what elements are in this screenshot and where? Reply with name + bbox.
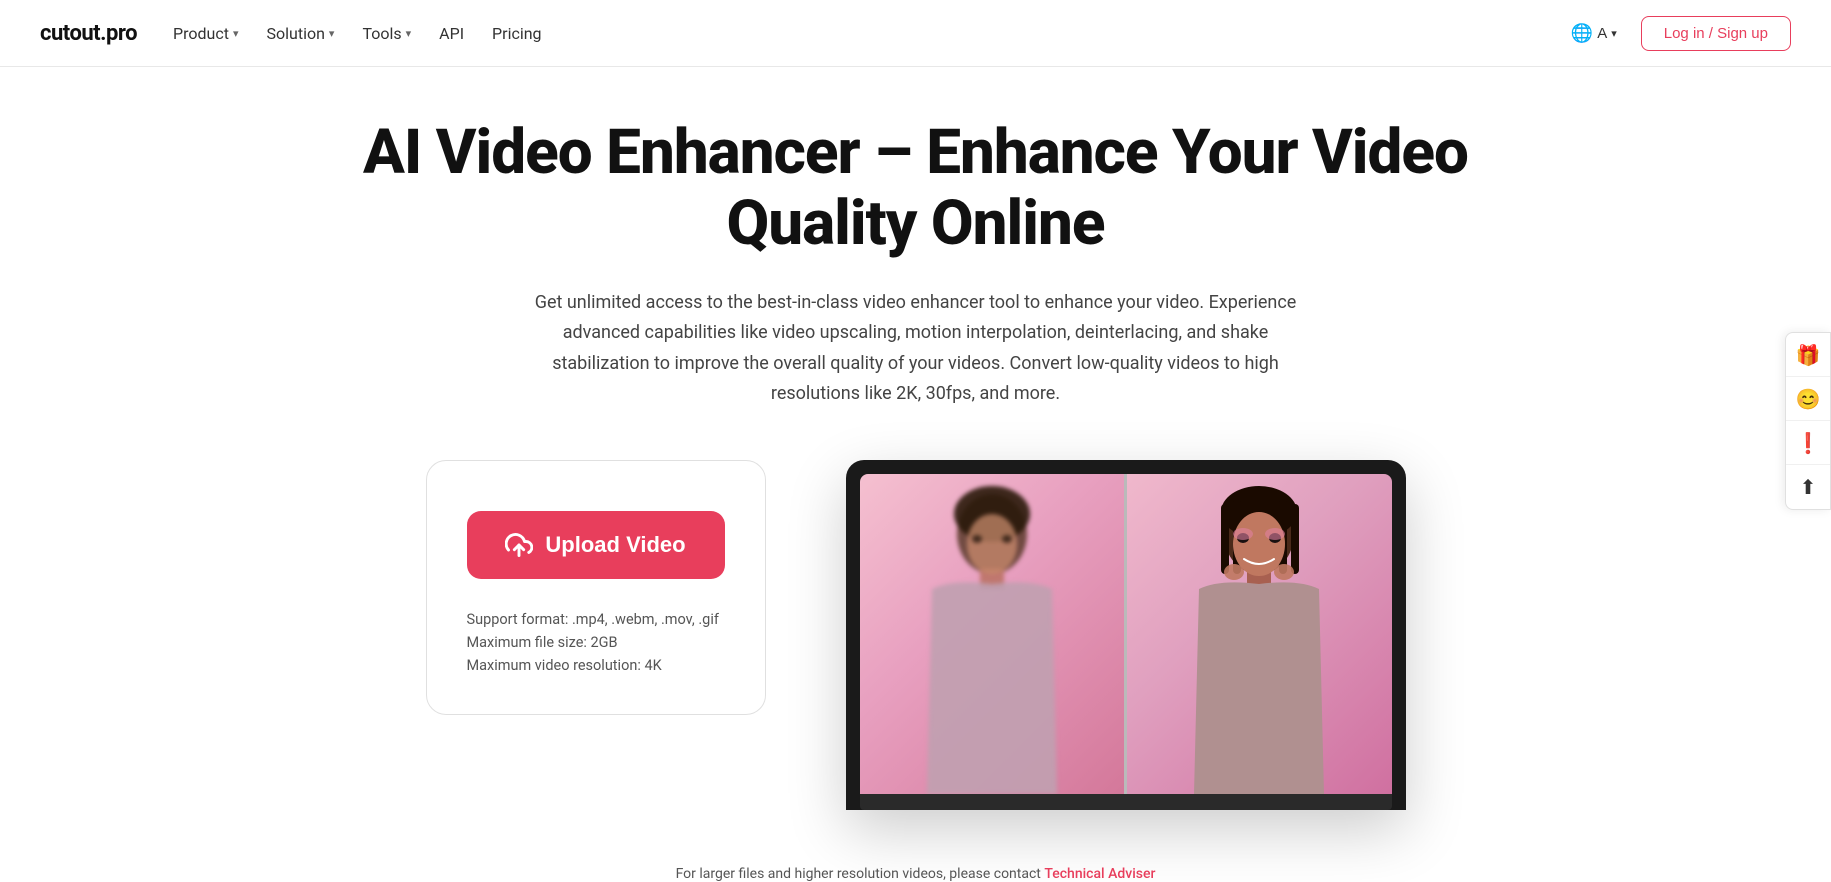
video-preview	[846, 460, 1406, 810]
monitor-base	[860, 794, 1392, 810]
language-button[interactable]: 🌐 A ▾	[1563, 19, 1625, 48]
upload-arrow-icon	[505, 531, 533, 559]
face-icon-button[interactable]: 😊	[1786, 377, 1830, 421]
upload-card: Upload Video Support format: .mp4, .webm…	[426, 460, 766, 715]
gift-icon-button[interactable]: 🎁	[1786, 333, 1830, 377]
navbar-right: 🌐 A ▾ Log in / Sign up	[1563, 16, 1791, 51]
hero-title: AI Video Enhancer – Enhance Your Video Q…	[276, 117, 1556, 260]
login-signup-button[interactable]: Log in / Sign up	[1641, 16, 1791, 51]
monitor-frame	[846, 460, 1406, 810]
size-info: Maximum file size: 2GB	[467, 634, 725, 651]
chevron-down-icon: ▾	[1611, 27, 1617, 40]
translate-icon: 🌐	[1571, 23, 1593, 44]
screen-before	[860, 474, 1125, 794]
monitor-screen	[860, 474, 1392, 794]
main-content: Upload Video Support format: .mp4, .webm…	[216, 460, 1616, 850]
chevron-down-icon: ▾	[329, 27, 335, 40]
screen-after	[1127, 474, 1392, 794]
navbar-left: cutout.pro Product ▾ Solution ▾ Tools ▾ …	[40, 21, 542, 46]
footer-note: For larger files and higher resolution v…	[0, 866, 1831, 882]
alert-icon-button[interactable]: ❗	[1786, 421, 1830, 465]
chevron-down-icon: ▾	[406, 27, 412, 40]
person-before-silhouette	[912, 484, 1072, 794]
nav-item-api[interactable]: API	[439, 24, 464, 43]
format-info: Support format: .mp4, .webm, .mov, .gif	[467, 611, 725, 628]
logo[interactable]: cutout.pro	[40, 21, 137, 46]
hero-description: Get unlimited access to the best-in-clas…	[526, 288, 1306, 410]
scroll-top-button[interactable]: ⬆	[1786, 465, 1830, 509]
person-after-silhouette	[1179, 484, 1339, 794]
hero-section: AI Video Enhancer – Enhance Your Video Q…	[216, 67, 1616, 410]
nav-links: Product ▾ Solution ▾ Tools ▾ API Pricing	[173, 24, 542, 43]
upload-video-button[interactable]: Upload Video	[467, 511, 725, 579]
chevron-down-icon: ▾	[233, 27, 239, 40]
nav-item-product[interactable]: Product ▾	[173, 24, 238, 43]
nav-item-solution[interactable]: Solution ▾	[267, 24, 335, 43]
sidebar-icons: 🎁 😊 ❗ ⬆	[1785, 332, 1831, 510]
technical-adviser-link[interactable]: Technical Adviser	[1044, 866, 1155, 882]
nav-item-pricing[interactable]: Pricing	[492, 24, 542, 43]
resolution-info: Maximum video resolution: 4K	[467, 657, 725, 674]
upload-meta: Support format: .mp4, .webm, .mov, .gif …	[467, 611, 725, 674]
nav-item-tools[interactable]: Tools ▾	[362, 24, 411, 43]
navbar: cutout.pro Product ▾ Solution ▾ Tools ▾ …	[0, 0, 1831, 67]
